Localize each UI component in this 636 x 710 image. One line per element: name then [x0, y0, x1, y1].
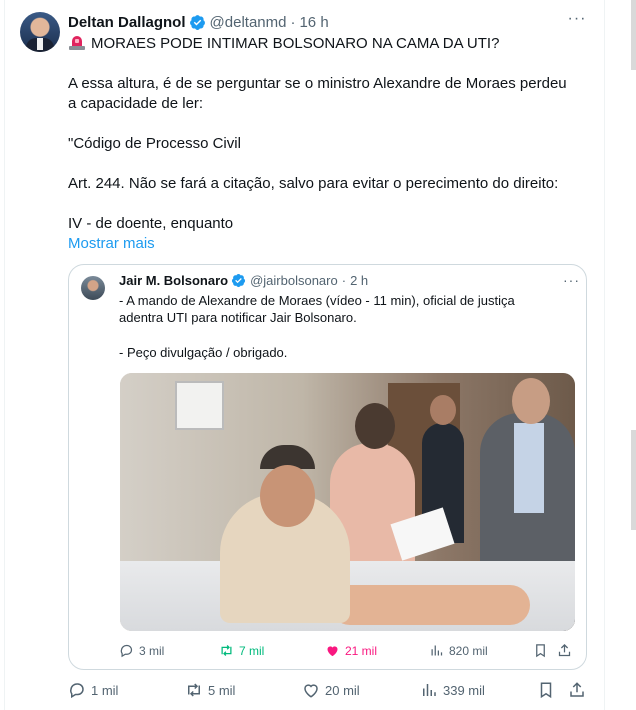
share-icon	[570, 682, 584, 697]
tweet-text-line: Art. 244. Não se fará a citação, salvo p…	[68, 175, 559, 192]
bookmark-icon	[540, 682, 552, 699]
views-button[interactable]: 339 mil	[420, 681, 485, 699]
timeline-border-right	[604, 0, 605, 710]
patient-head	[260, 465, 315, 527]
retweet-count: 5 mil	[208, 682, 236, 698]
quote-bookmark-button[interactable]	[533, 643, 553, 658]
quote-video-thumbnail[interactable]	[120, 373, 575, 631]
separator-dot: ·	[341, 273, 347, 288]
verified-badge-icon	[232, 273, 246, 288]
quote-timestamp[interactable]: 2 h	[350, 273, 368, 288]
like-count: 20 mil	[325, 682, 360, 698]
patient-legs	[330, 585, 530, 625]
standing-man-head	[512, 378, 550, 424]
court-officer-head	[355, 403, 395, 449]
quote-author-handle[interactable]: @jairbolsonaro	[250, 273, 338, 288]
tweet-header: Deltan Dallagnol @deltanmd · 16 h	[68, 12, 329, 32]
quote-retweet-count: 7 mil	[239, 643, 265, 658]
standing-man-shirt	[514, 423, 544, 513]
quote-like-count: 21 mil	[345, 643, 378, 658]
quote-text-line: adentra UTI para notificar Jair Bolsonar…	[119, 310, 357, 325]
tweet-text-line: "Código de Processo Civil	[68, 135, 241, 152]
quote-like-button[interactable]: 21 mil	[325, 643, 377, 658]
tweet-headline: MORAES PODE INTIMAR BOLSONARO NA CAMA DA…	[68, 34, 499, 54]
scrollbar-thumb[interactable]	[631, 0, 636, 70]
siren-icon	[69, 36, 85, 50]
avatar-shirt	[37, 38, 43, 50]
bookmark-icon	[536, 644, 545, 658]
quote-action-bar: 3 mil 7 mil 21 mil 820 mil	[119, 643, 579, 661]
quote-share-button[interactable]	[557, 643, 577, 658]
quote-views-count: 820 mil	[449, 643, 488, 658]
more-icon[interactable]: ···	[566, 11, 588, 32]
quoted-tweet-card[interactable]: Jair M. Bolsonaro @jairbolsonaro · 2 h ·…	[68, 264, 587, 670]
bookmark-button[interactable]	[537, 681, 560, 699]
reply-button[interactable]: 1 mil	[68, 681, 118, 699]
share-icon	[558, 643, 571, 657]
retweet-button[interactable]: 5 mil	[185, 681, 235, 699]
retweet-icon	[188, 683, 200, 697]
verified-badge-icon	[189, 14, 205, 30]
quote-text-line: - Peço divulgação / obrigado.	[119, 345, 288, 360]
author-name[interactable]: Deltan Dallagnol	[68, 14, 186, 31]
background-person-head	[430, 395, 456, 425]
tweet-action-bar: 1 mil 5 mil 20 mil 339 mil	[68, 681, 588, 703]
tweet-text-line: a capacidade de ler:	[68, 95, 204, 112]
author-avatar[interactable]	[20, 12, 60, 52]
like-icon	[327, 646, 338, 657]
quote-header: Jair M. Bolsonaro @jairbolsonaro · 2 h	[119, 273, 368, 288]
share-button[interactable]	[568, 681, 591, 699]
author-handle[interactable]: @deltanmd	[210, 14, 287, 31]
show-more-link[interactable]: Mostrar mais	[68, 234, 155, 254]
medical-monitor	[175, 381, 224, 430]
like-button[interactable]: 20 mil	[302, 681, 360, 699]
tweet-timestamp[interactable]: 16 h	[299, 14, 328, 31]
tweet-text-line: IV - de doente, enquanto	[68, 215, 234, 232]
quote-text-line: - A mando de Alexandre de Moraes (vídeo …	[119, 293, 515, 308]
retweet-icon	[221, 645, 232, 656]
quote-views-button[interactable]: 820 mil	[429, 643, 488, 658]
quote-retweet-button[interactable]: 7 mil	[219, 643, 264, 658]
reply-count: 1 mil	[91, 682, 119, 698]
scrollbar-track-segment	[631, 430, 636, 530]
headline-text: MORAES PODE INTIMAR BOLSONARO NA CAMA DA…	[91, 35, 500, 52]
reply-icon	[70, 683, 84, 699]
quote-reply-count: 3 mil	[139, 643, 165, 658]
views-count: 339 mil	[443, 682, 485, 698]
quote-author-avatar[interactable]	[81, 276, 105, 300]
reply-icon	[120, 644, 133, 658]
quote-author-name[interactable]: Jair M. Bolsonaro	[119, 273, 228, 288]
views-icon	[423, 684, 436, 696]
like-icon	[304, 684, 318, 698]
views-icon	[431, 645, 443, 656]
more-icon[interactable]: ···	[563, 272, 580, 288]
tweet-text-line: A essa altura, é de se perguntar se o mi…	[68, 75, 567, 92]
quote-reply-button[interactable]: 3 mil	[119, 643, 164, 658]
separator-dot: ·	[290, 13, 296, 31]
timeline-border-left	[4, 0, 5, 710]
